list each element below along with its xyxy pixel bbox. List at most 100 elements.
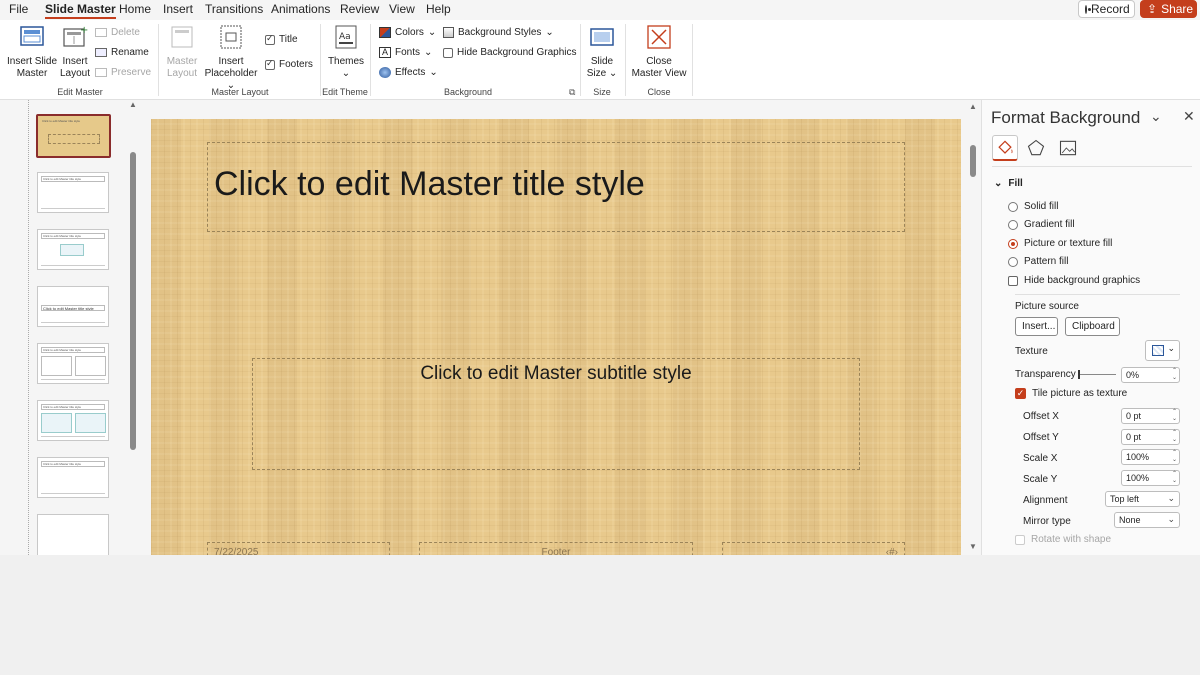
preserve-button[interactable]: Preserve [95, 67, 151, 78]
background-styles-button[interactable]: Background Styles ⌄ [443, 27, 554, 38]
group-master-layout: Master Layout [211, 87, 269, 97]
fonts-button[interactable]: A Fonts ⌄ [379, 47, 432, 58]
scale-x-spinner[interactable]: 100% ⌃ ⌄ [1121, 449, 1180, 465]
chevron-down-icon: ⌄ [341, 68, 351, 79]
format-background-title: Format Background [991, 108, 1141, 127]
title-placeholder[interactable]: Click to edit Master title style [207, 142, 905, 232]
scroll-up-icon[interactable]: ▲ [129, 100, 137, 109]
effects-label: Effects [395, 67, 426, 78]
colors-button[interactable]: Colors ⌄ [379, 27, 436, 38]
thumbnail-slide-master[interactable]: Click to edit Master title style [36, 114, 111, 158]
date-placeholder[interactable]: 7/22/2025 [207, 542, 390, 555]
date-text: 7/22/2025 [214, 547, 259, 555]
footer-placeholder[interactable]: Footer [419, 542, 693, 555]
effects-button[interactable]: Effects ⌄ [379, 67, 438, 78]
master-layout-button[interactable]: Master Layout [164, 24, 200, 80]
transparency-slider[interactable] [1078, 370, 1116, 379]
picture-fill-radio[interactable]: Picture or texture fill [1008, 238, 1112, 249]
hide-background-graphics-checkbox[interactable]: Hide Background Graphics [443, 47, 577, 58]
slide-size-button[interactable]: Slide Size ⌄ [585, 24, 619, 80]
thumbnail-layout-4[interactable]: Click to edit Master title style [37, 343, 109, 384]
tab-help[interactable]: Help [426, 2, 451, 16]
close-icon[interactable]: ✕ [1183, 108, 1195, 125]
thumbnail-layout-5[interactable]: Click to edit Master title style [37, 400, 109, 441]
radio-icon [1008, 256, 1018, 267]
record-button[interactable]: Record [1078, 0, 1135, 18]
effects-tab[interactable] [1026, 138, 1046, 161]
offset-x-spinner[interactable]: 0 pt ⌃ ⌄ [1121, 408, 1180, 424]
tab-animations[interactable]: Animations [271, 2, 330, 16]
footers-checkbox[interactable]: Footers [265, 58, 313, 70]
share-icon: ⇪ [1147, 2, 1158, 16]
tab-slide-master[interactable]: Slide Master [45, 2, 116, 19]
insert-layout-button[interactable]: + Insert Layout [58, 24, 92, 80]
tab-file[interactable]: File [9, 2, 28, 16]
gradient-fill-label: Gradient fill [1024, 219, 1075, 230]
scroll-up-icon[interactable]: ▲ [969, 102, 977, 111]
slider-handle[interactable] [1078, 370, 1080, 379]
thumbnail-layout-2[interactable]: Click to edit Master title style [37, 229, 109, 270]
thumbnail-layout-3[interactable]: Click to edit Master title style [37, 286, 109, 327]
fill-tab[interactable] [992, 135, 1018, 161]
fill-section-header[interactable]: ⌄ Fill [994, 178, 1023, 189]
themes-button[interactable]: Aa Themes ⌄ [326, 24, 366, 80]
slide-scrollbar[interactable] [970, 145, 976, 177]
alignment-dropdown[interactable]: Top left ⌄ [1105, 491, 1180, 507]
divider [625, 24, 626, 96]
master-title-text[interactable]: Click to edit Master title style [214, 165, 645, 204]
close-master-view-icon [647, 25, 671, 49]
insert-slide-master-button[interactable]: Insert Slide Master [5, 24, 59, 80]
offset-y-spinner[interactable]: 0 pt ⌃ ⌄ [1121, 429, 1180, 445]
delete-button[interactable]: Delete [95, 27, 140, 38]
texture-picker[interactable]: ⌄ [1145, 340, 1180, 361]
mirror-type-dropdown[interactable]: None ⌄ [1114, 512, 1180, 528]
close-master-view-button[interactable]: Close Master View [630, 24, 688, 80]
mirror-type-value: None [1119, 515, 1141, 525]
thumbnail-content-box [75, 413, 106, 433]
insert-picture-button[interactable]: Insert... [1015, 317, 1058, 336]
empty-area [0, 555, 1200, 675]
chevron-down-icon: ⌄ [1167, 343, 1175, 353]
ribbon: Insert Slide Master + Insert Layout Dele… [0, 20, 1200, 100]
tile-picture-checkbox[interactable]: ✓ Tile picture as texture [1015, 388, 1127, 399]
solid-fill-radio[interactable]: Solid fill [1008, 201, 1058, 212]
offset-y-label: Offset Y [1023, 432, 1059, 443]
chevron-down-icon[interactable]: ⌄ [1150, 108, 1162, 125]
alignment-label: Alignment [1023, 495, 1068, 506]
transparency-spinner[interactable]: 0% ⌃ ⌄ [1121, 367, 1180, 383]
scale-y-spinner[interactable]: 100% ⌃ ⌄ [1121, 470, 1180, 486]
gradient-fill-radio[interactable]: Gradient fill [1008, 219, 1075, 230]
rename-button[interactable]: Rename [95, 47, 149, 58]
divider [992, 166, 1192, 167]
tab-home[interactable]: Home [119, 2, 151, 16]
share-button[interactable]: ⇪ Share ⌄ [1140, 0, 1200, 18]
thumbnail-scrollbar[interactable] [130, 152, 136, 450]
title-checkbox[interactable]: Title [265, 33, 298, 45]
master-subtitle-text[interactable]: Click to edit Master subtitle style [253, 363, 859, 385]
pattern-fill-radio[interactable]: Pattern fill [1008, 256, 1068, 267]
tab-review[interactable]: Review [340, 2, 379, 16]
insert-placeholder-button[interactable]: Insert Placeholder ⌄ [200, 24, 262, 92]
subtitle-placeholder[interactable]: Click to edit Master subtitle style [252, 358, 860, 470]
tab-transitions[interactable]: Transitions [205, 2, 263, 16]
picture-fill-label: Picture or texture fill [1024, 238, 1113, 249]
rotate-with-shape-checkbox[interactable]: Rotate with shape [1015, 534, 1111, 545]
radio-icon [1008, 219, 1018, 230]
thumbnail-footer [41, 265, 105, 267]
thumbnail-layout-1[interactable]: Click to edit Master title style [37, 172, 109, 213]
picture-tab[interactable] [1058, 138, 1078, 161]
scroll-down-icon[interactable]: ▼ [969, 542, 977, 551]
mirror-type-label: Mirror type [1023, 516, 1071, 527]
thumbnail-layout-6[interactable]: Click to edit Master title style [37, 457, 109, 498]
hide-bg-graphics-checkbox[interactable]: Hide background graphics [1008, 275, 1140, 286]
tab-insert[interactable]: Insert [163, 2, 193, 16]
effects-icon [379, 67, 391, 78]
clipboard-button[interactable]: Clipboard [1065, 317, 1120, 336]
tab-view[interactable]: View [389, 2, 415, 16]
spinner-arrows-icon: ⌃ ⌄ [1171, 471, 1177, 484]
dialog-launcher-icon[interactable]: ⧉ [569, 87, 575, 98]
radio-icon [1008, 238, 1018, 249]
chevron-down-icon: ⌄ [1167, 514, 1175, 524]
slide-number-placeholder[interactable]: ‹#› [722, 542, 905, 555]
thumbnail-layout-7[interactable] [37, 514, 109, 555]
